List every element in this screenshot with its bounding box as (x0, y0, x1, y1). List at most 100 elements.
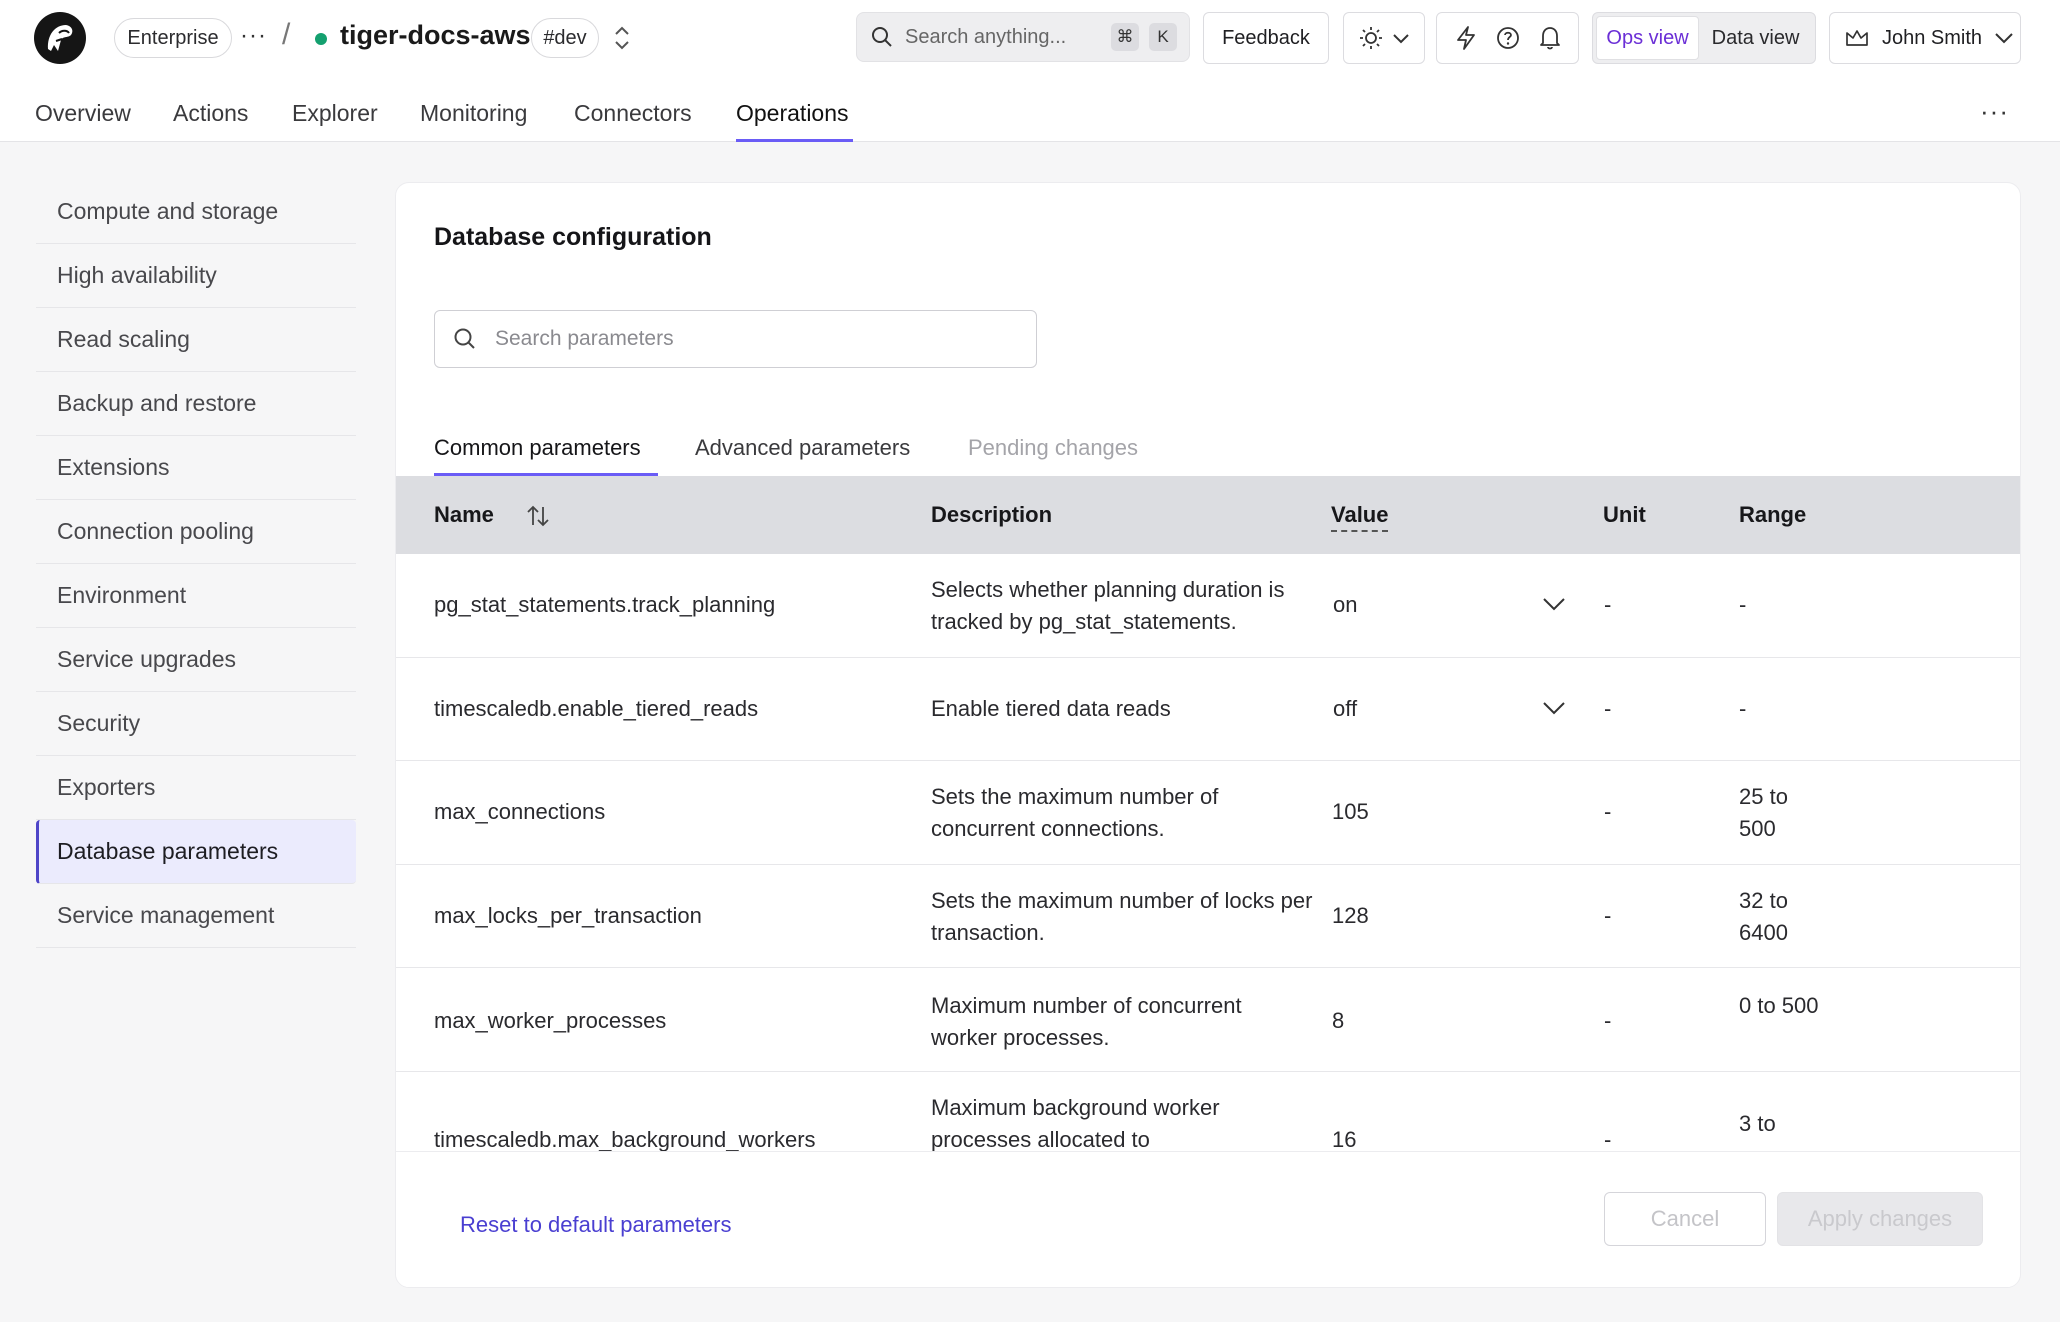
sidebar-item-environment[interactable]: Environment (36, 564, 356, 628)
tab-common-parameters[interactable]: Common parameters (434, 435, 641, 461)
crown-icon (1846, 30, 1868, 46)
sidebar-item-high-availability[interactable]: High availability (36, 244, 356, 308)
search-icon (454, 328, 475, 349)
kbd-k: K (1149, 23, 1177, 51)
env-badge: #dev (531, 18, 599, 58)
param-description: Maximum background worker processes allo… (931, 1094, 1220, 1152)
search-placeholder: Search anything... (905, 25, 1067, 48)
param-description: Sets the maximum number of concurrent co… (931, 784, 1219, 841)
ops-view-button[interactable]: Ops view (1596, 16, 1700, 60)
user-name: John Smith (1882, 26, 1983, 49)
search-icon (872, 27, 892, 47)
param-description: Maximum number of concurrent worker proc… (931, 993, 1242, 1050)
service-name[interactable]: tiger-docs-aws (340, 20, 531, 51)
help-icon[interactable] (1495, 25, 1521, 51)
param-unit: - (1604, 1008, 1612, 1033)
column-header-name: Name (434, 502, 494, 527)
active-tab-underline (736, 139, 853, 142)
param-unit: - (1604, 799, 1612, 824)
more-menu-icon[interactable]: ··· (1980, 96, 2009, 127)
table-row: max_worker_processes Maximum number of c… (396, 968, 2020, 1072)
cancel-button[interactable]: Cancel (1604, 1192, 1766, 1246)
column-header-range: Range (1739, 502, 1807, 527)
sun-icon (1360, 27, 1382, 49)
sidebar-item-service-upgrades[interactable]: Service upgrades (36, 628, 356, 692)
param-name: max_locks_per_transaction (434, 902, 702, 928)
apply-changes-button[interactable]: Apply changes (1777, 1192, 1983, 1246)
param-name: timescaledb.max_background_workers (434, 1126, 816, 1152)
tab-connectors[interactable]: Connectors (574, 100, 692, 127)
tab-actions[interactable]: Actions (173, 100, 248, 127)
breadcrumb-separator: / (282, 18, 291, 51)
column-header-unit: Unit (1603, 502, 1646, 527)
param-value-select[interactable]: off (1333, 693, 1357, 725)
quick-actions-group (1436, 12, 1579, 64)
sidebar-item-exporters[interactable]: Exporters (36, 756, 356, 820)
param-value-input[interactable]: 128 (1332, 900, 1369, 932)
chevron-up-down-icon[interactable] (612, 24, 632, 57)
param-name: max_connections (434, 799, 606, 824)
param-range: 32 to 6400 (1739, 887, 1788, 945)
param-name: pg_stat_statements.track_planning (434, 592, 776, 617)
tab-pending-changes[interactable]: Pending changes (968, 435, 1138, 461)
tab-explorer[interactable]: Explorer (292, 100, 378, 127)
operations-sidebar: Compute and storage High availability Re… (36, 180, 356, 948)
feedback-button[interactable]: Feedback (1203, 12, 1329, 64)
tiger-logo-icon[interactable] (34, 12, 86, 64)
table-header: Name Description Value Unit Range (396, 476, 2020, 554)
sidebar-item-read-scaling[interactable]: Read scaling (36, 308, 356, 372)
param-range: 3 to (1739, 1110, 1776, 1136)
lightning-icon[interactable] (1454, 25, 1478, 51)
data-view-button[interactable]: Data view (1699, 16, 1812, 60)
param-value-input[interactable]: 105 (1332, 796, 1369, 828)
param-value-input[interactable]: 16 (1332, 1124, 1356, 1152)
param-value-select[interactable]: on (1333, 589, 1357, 621)
chevron-down-icon[interactable] (1542, 700, 1566, 716)
param-name: timescaledb.enable_tiered_reads (434, 695, 759, 721)
chevron-down-icon[interactable] (1542, 596, 1566, 612)
user-menu-button[interactable]: John Smith (1829, 12, 2021, 64)
tab-advanced-parameters[interactable]: Advanced parameters (695, 435, 910, 461)
bell-icon[interactable] (1538, 25, 1562, 51)
parameter-search-input[interactable]: Search parameters (434, 310, 1037, 368)
sidebar-item-extensions[interactable]: Extensions (36, 436, 356, 500)
reset-defaults-link[interactable]: Reset to default parameters (460, 1212, 731, 1238)
sort-icon[interactable] (523, 501, 553, 531)
plan-badge[interactable]: Enterprise (114, 18, 232, 58)
param-range: - (1739, 592, 1747, 617)
param-name: max_worker_processes (434, 1008, 667, 1033)
table-row: max_locks_per_transaction Sets the maxim… (396, 865, 2020, 968)
page-title: Database configuration (434, 223, 712, 251)
sidebar-item-service-management[interactable]: Service management (36, 884, 356, 948)
tab-operations[interactable]: Operations (736, 100, 849, 127)
sidebar-item-backup-restore[interactable]: Backup and restore (36, 372, 356, 436)
parameters-table-body: pg_stat_statements.track_planning Select… (396, 554, 2020, 1152)
main-nav: Overview Actions Explorer Monitoring Con… (0, 76, 2060, 142)
param-description: Sets the maximum number of locks per tra… (931, 887, 1313, 945)
chevron-down-icon (1995, 33, 2013, 44)
param-value-input[interactable]: 8 (1332, 1005, 1344, 1037)
tab-overview[interactable]: Overview (35, 100, 131, 127)
sidebar-item-database-parameters[interactable]: Database parameters (36, 820, 356, 884)
param-description: Enable tiered data reads (931, 695, 1171, 721)
param-unit: - (1604, 695, 1612, 721)
tab-monitoring[interactable]: Monitoring (420, 100, 527, 127)
sidebar-item-compute-storage[interactable]: Compute and storage (36, 180, 356, 244)
view-toggle: Ops view Data view (1592, 12, 1816, 64)
theme-toggle-button[interactable] (1343, 12, 1425, 64)
service-status-dot (315, 33, 327, 45)
param-range: 0 to 500 (1739, 993, 1819, 1018)
chevron-down-icon (1393, 34, 1409, 44)
param-unit: - (1604, 592, 1612, 617)
param-range: - (1739, 695, 1747, 721)
sidebar-item-security[interactable]: Security (36, 692, 356, 756)
database-configuration-card: Database configuration Search parameters… (395, 182, 2021, 1288)
param-unit: - (1604, 1126, 1612, 1152)
kbd-command: ⌘ (1111, 23, 1139, 51)
form-footer: Reset to default parameters Cancel Apply… (396, 1151, 2020, 1287)
more-options-icon[interactable]: ··· (240, 22, 267, 50)
sidebar-item-connection-pooling[interactable]: Connection pooling (36, 500, 356, 564)
table-row: timescaledb.max_background_workers Maxim… (396, 1072, 2020, 1152)
param-description: Selects whether planning duration is tra… (931, 577, 1285, 634)
global-search-input[interactable]: Search anything... ⌘ K (856, 12, 1190, 62)
